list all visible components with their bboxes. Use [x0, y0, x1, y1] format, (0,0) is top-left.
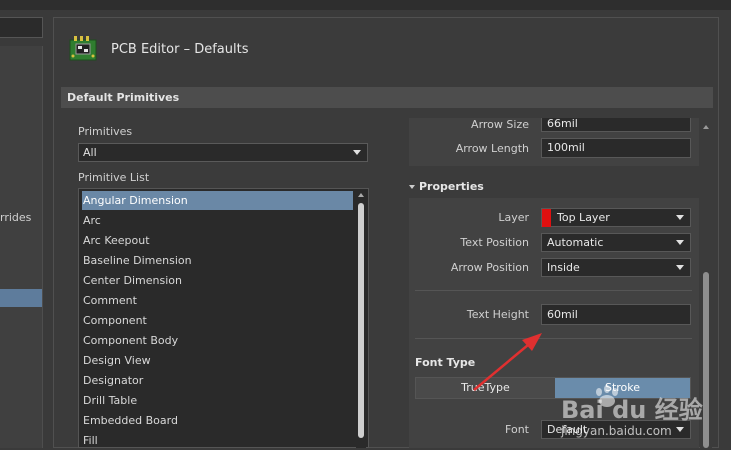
arrow-size-field[interactable]: 66mil — [541, 117, 691, 132]
chevron-down-icon — [676, 215, 684, 220]
scroll-up-icon[interactable] — [703, 125, 709, 129]
list-item[interactable]: Arc Keepout — [82, 231, 353, 250]
list-item[interactable]: Design View — [82, 351, 353, 370]
list-item[interactable]: Fill — [82, 431, 353, 450]
arrow-length-label: Arrow Length — [455, 142, 529, 155]
list-item[interactable]: Designator — [82, 371, 353, 390]
arrow-length-value: 100mil — [547, 141, 585, 154]
left-tree-item-overrides[interactable]: rrides — [0, 211, 31, 224]
primitive-list[interactable]: Angular Dimension Arc Arc Keepout Baseli… — [78, 188, 369, 448]
list-item[interactable]: Comment — [82, 291, 353, 310]
text-position-value: Automatic — [547, 236, 604, 249]
chevron-down-icon — [676, 240, 684, 245]
scroll-up-icon[interactable] — [358, 193, 364, 197]
text-position-dropdown[interactable]: Automatic — [541, 233, 691, 252]
primitive-list-label: Primitive List — [78, 171, 150, 184]
primitives-dropdown[interactable]: All — [78, 143, 368, 162]
list-item[interactable]: Baseline Dimension — [82, 251, 353, 270]
list-item[interactable]: Drill Table — [82, 391, 353, 410]
left-tree-selected-item[interactable] — [0, 289, 42, 307]
layer-dropdown[interactable]: Top Layer — [541, 208, 691, 227]
annotation-arrow-icon — [473, 333, 542, 391]
primitives-dropdown-value: All — [83, 146, 97, 159]
layer-color-swatch — [542, 209, 551, 227]
layer-dropdown-value: Top Layer — [557, 211, 610, 224]
list-item[interactable]: Center Dimension — [82, 271, 353, 290]
list-item[interactable]: Component — [82, 311, 353, 330]
chevron-down-icon — [676, 265, 684, 270]
chevron-down-icon — [353, 150, 361, 155]
arrow-position-dropdown[interactable]: Inside — [541, 258, 691, 277]
arrow-size-label: Arrow Size — [471, 118, 529, 131]
arrow-length-field[interactable]: 100mil — [541, 138, 691, 158]
text-position-label: Text Position — [460, 236, 529, 249]
primitives-label: Primitives — [78, 125, 133, 138]
left-tree-panel — [0, 46, 43, 448]
primitive-list-scroll-thumb[interactable] — [358, 203, 364, 438]
properties-heading-label: Properties — [419, 180, 484, 193]
list-item[interactable]: Angular Dimension — [82, 191, 353, 210]
arrow-position-label: Arrow Position — [450, 261, 529, 274]
divider — [415, 290, 692, 291]
list-item[interactable]: Arc — [82, 211, 353, 230]
watermark-brand: Bai du 经验 — [561, 396, 703, 424]
section-title: Default Primitives — [67, 91, 180, 104]
layer-label: Layer — [498, 211, 529, 224]
divider — [415, 338, 692, 339]
list-item[interactable]: Component Body — [82, 331, 353, 350]
collapse-triangle-icon — [409, 185, 415, 189]
watermark-url: jingyan.baidu.com — [561, 424, 672, 438]
list-item[interactable]: Embedded Board — [82, 411, 353, 430]
left-search-box[interactable] — [0, 17, 43, 38]
section-header: Default Primitives — [61, 87, 713, 108]
watermark: Bai du 经验 jingyan.baidu.com — [555, 382, 731, 448]
text-height-field[interactable]: 60mil — [541, 304, 691, 325]
window-top-bar — [0, 0, 731, 10]
properties-heading[interactable]: Properties — [409, 180, 484, 193]
text-height-value: 60mil — [547, 308, 578, 321]
dialog-title: PCB Editor – Defaults — [111, 42, 249, 57]
arrow-position-value: Inside — [547, 261, 580, 274]
pcb-board-icon — [69, 36, 97, 61]
font-label: Font — [505, 423, 529, 436]
arrow-size-value: 66mil — [547, 117, 578, 130]
